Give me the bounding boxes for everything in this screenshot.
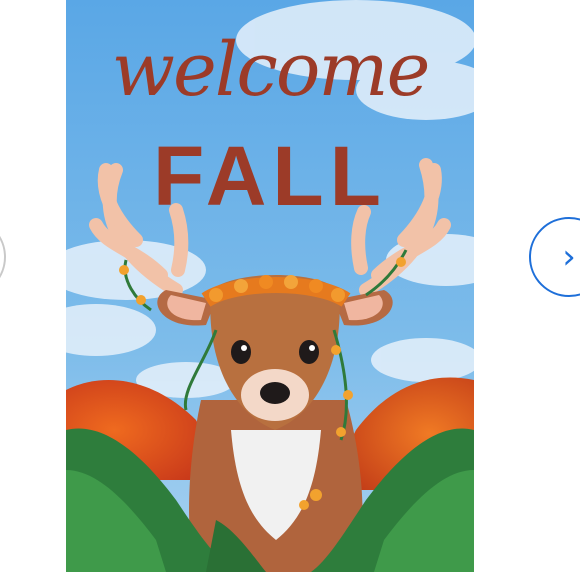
carousel-prev-button[interactable]: ‹ [0, 217, 6, 297]
flag-title-script: welcome [112, 27, 429, 113]
garden-flag-artwork: welcome FALL [66, 0, 474, 572]
carousel-next-button[interactable]: › [529, 217, 580, 297]
product-image[interactable]: welcome FALL [66, 0, 474, 572]
product-carousel: ‹ [0, 0, 580, 580]
flag-title-block: FALL [153, 129, 387, 223]
chevron-right-icon: › [562, 237, 576, 277]
